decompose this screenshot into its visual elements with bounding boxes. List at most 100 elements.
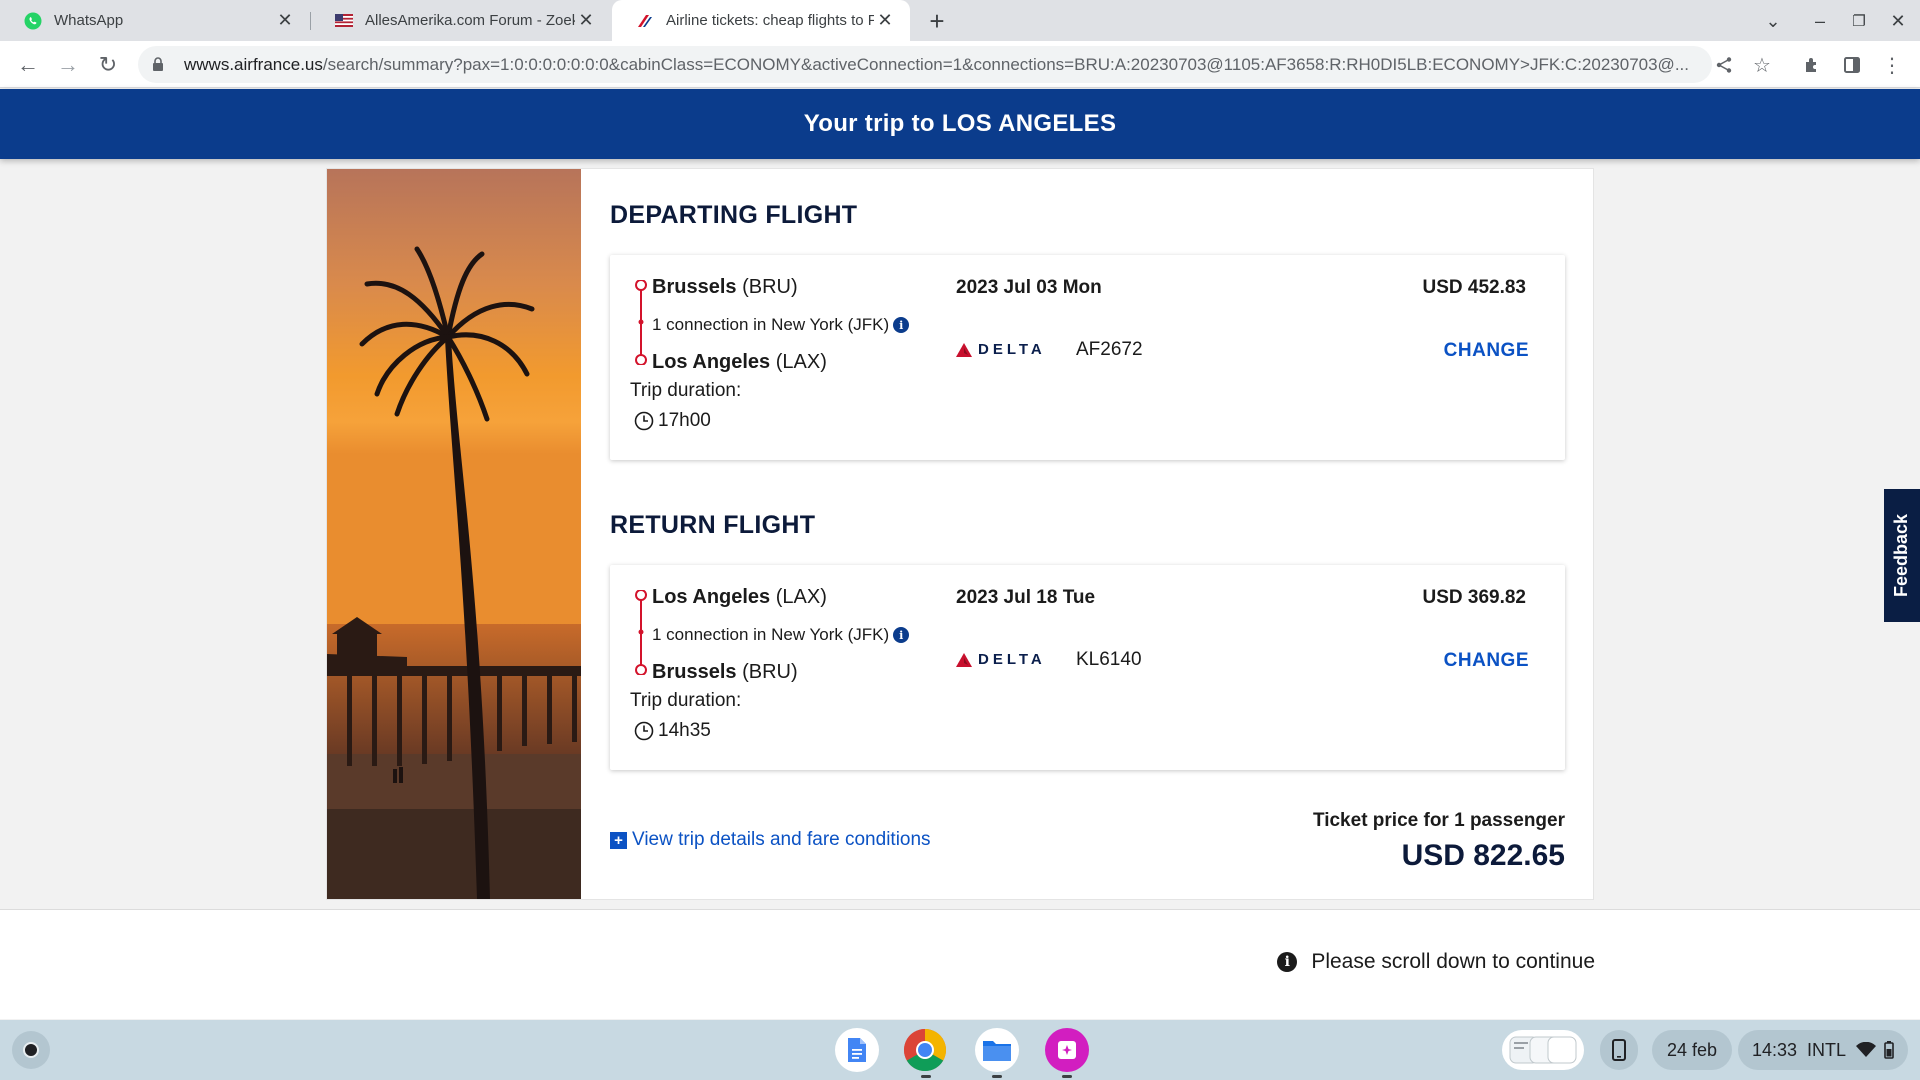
duration: 17h00 xyxy=(634,410,711,432)
docs-icon[interactable] xyxy=(835,1028,879,1072)
flight-number: KL6140 xyxy=(1076,649,1142,670)
airline-name: DELTA xyxy=(978,341,1046,358)
view-trip-details-link[interactable]: + View trip details and fare conditions xyxy=(610,829,931,851)
close-tab-icon[interactable]: ✕ xyxy=(874,10,896,32)
airline-name: DELTA xyxy=(978,651,1046,668)
site-header: Your trip to LOS ANGELES xyxy=(0,89,1920,159)
close-window-icon[interactable]: ✕ xyxy=(1884,8,1912,34)
origin-city-name: Los Angeles xyxy=(652,586,771,608)
scroll-notice-text: Please scroll down to continue xyxy=(1311,950,1595,973)
airline-logo: DELTA xyxy=(956,341,1046,358)
info-icon[interactable]: i xyxy=(893,627,910,643)
destination-code: (LAX) xyxy=(775,351,827,373)
destination-city: Brussels (BRU) xyxy=(652,661,798,684)
us-flag-icon xyxy=(335,12,353,30)
clock-icon xyxy=(634,411,654,431)
minimize-icon[interactable]: – xyxy=(1806,8,1834,34)
return-flight-card: Los Angeles (LAX) 1 connection in New Yo… xyxy=(610,565,1565,770)
duration: 14h35 xyxy=(634,720,711,742)
wifi-icon xyxy=(1856,1042,1877,1058)
share-icon[interactable] xyxy=(1711,52,1737,78)
connection-info: 1 connection in New York (JFK) i xyxy=(652,315,910,335)
scroll-notice: i Please scroll down to continue xyxy=(1277,950,1595,974)
extensions-icon[interactable] xyxy=(1799,52,1825,78)
forward-icon[interactable]: → xyxy=(53,50,83,80)
reload-icon[interactable]: ↻ xyxy=(93,50,123,80)
side-panel-icon[interactable] xyxy=(1839,52,1865,78)
delta-icon xyxy=(956,652,972,667)
url-domain: wwws.airfrance.us xyxy=(184,54,323,74)
duration-value: 14h35 xyxy=(658,720,711,741)
new-tab-icon[interactable]: + xyxy=(922,6,952,36)
close-tab-icon[interactable]: ✕ xyxy=(274,10,296,32)
running-indicator xyxy=(1062,1075,1072,1078)
browser-toolbar: ← → ↻ wwws.airfrance.us/search/summary?p… xyxy=(0,41,1920,88)
flight-date: 2023 Jul 03 Mon xyxy=(956,277,1102,298)
destination-city-name: Brussels xyxy=(652,661,737,683)
menu-icon[interactable]: ⋮ xyxy=(1879,52,1905,78)
chrome-icon[interactable] xyxy=(903,1028,947,1072)
status-tray[interactable]: 14:33 INTL xyxy=(1738,1030,1908,1070)
flight-date: 2023 Jul 18 Tue xyxy=(956,587,1096,608)
origin-city: Brussels (BRU) xyxy=(652,276,798,299)
connection-text: 1 connection in New York (JFK) xyxy=(652,315,890,334)
launcher-icon[interactable] xyxy=(12,1031,50,1069)
tab-whatsapp[interactable]: WhatsApp ✕ xyxy=(0,0,310,41)
flight-price: USD 452.83 xyxy=(1422,277,1526,298)
running-indicator xyxy=(992,1075,1002,1078)
close-tab-icon[interactable]: ✕ xyxy=(575,10,597,32)
restore-icon[interactable]: ❐ xyxy=(1845,8,1873,34)
ticket-price-label: Ticket price for 1 passenger xyxy=(1312,810,1565,831)
connection-info: 1 connection in New York (JFK) i xyxy=(652,625,910,645)
files-icon[interactable] xyxy=(975,1028,1019,1072)
info-icon[interactable]: i xyxy=(893,317,910,333)
airfrance-icon xyxy=(636,12,654,30)
scroll-notice-bar: i Please scroll down to continue xyxy=(0,909,1920,1019)
destination-image xyxy=(327,169,581,899)
tab-search-icon[interactable]: ⌄ xyxy=(1759,8,1787,34)
origin-city: Los Angeles (LAX) xyxy=(652,586,827,609)
date-tray[interactable]: 24 feb xyxy=(1652,1030,1732,1070)
back-icon[interactable]: ← xyxy=(13,50,43,80)
duration-value: 17h00 xyxy=(658,410,711,431)
address-bar[interactable]: wwws.airfrance.us/search/summary?pax=1:0… xyxy=(138,46,1712,83)
change-departing-button[interactable]: CHANGE xyxy=(1444,340,1529,362)
bookmark-star-icon[interactable]: ☆ xyxy=(1749,52,1775,78)
lock-icon xyxy=(152,57,166,73)
page-title: Your trip to LOS ANGELES xyxy=(803,110,1117,137)
url-text: wwws.airfrance.us/search/summary?pax=1:0… xyxy=(184,55,1704,75)
expand-plus-icon: + xyxy=(610,831,627,849)
tab-airfrance[interactable]: Airline tickets: cheap flights to Fr ✕ xyxy=(612,0,910,41)
battery-icon xyxy=(1884,1041,1894,1059)
phone-hub-icon[interactable] xyxy=(1600,1030,1638,1070)
clock-icon xyxy=(634,721,654,741)
delta-icon xyxy=(956,342,972,357)
flight-number: AF2672 xyxy=(1076,339,1143,360)
tab-allesamerika[interactable]: AllesAmerika.com Forum - Zoek ✕ xyxy=(311,0,611,41)
change-return-button[interactable]: CHANGE xyxy=(1444,650,1529,672)
destination-city-name: Los Angeles xyxy=(652,351,771,373)
departing-title: DEPARTING FLIGHT xyxy=(610,201,858,229)
gallery-icon[interactable] xyxy=(1045,1028,1089,1072)
running-indicator xyxy=(921,1075,931,1078)
url-path: /search/summary?pax=1:0:0:0:0:0:0:0&cabi… xyxy=(322,54,1689,74)
feedback-tab[interactable]: Feedback xyxy=(1884,489,1920,622)
tab-label: Airline tickets: cheap flights to Fr xyxy=(666,12,874,29)
duration-label: Trip duration: xyxy=(630,690,742,711)
browser-tab-bar: WhatsApp ✕ AllesAmerika.com Forum - Zoek… xyxy=(0,0,1920,41)
return-title: RETURN FLIGHT xyxy=(610,511,816,539)
date-text: 24 feb xyxy=(1666,1039,1718,1060)
ticket-total-price: USD 822.65 xyxy=(1401,839,1565,872)
ime-text: INTL xyxy=(1807,1039,1847,1060)
tab-label: WhatsApp xyxy=(54,12,124,29)
destination-code: (BRU) xyxy=(742,661,798,683)
holding-space-thumbnails[interactable] xyxy=(1502,1030,1584,1070)
trip-summary-card: DEPARTING FLIGHT Brussels (BRU) 1 connec… xyxy=(326,168,1594,900)
connection-text: 1 connection in New York (JFK) xyxy=(652,625,890,644)
route-line-icon xyxy=(635,590,647,675)
flight-price: USD 369.82 xyxy=(1422,587,1526,608)
departing-flight-card: Brussels (BRU) 1 connection in New York … xyxy=(610,255,1565,460)
origin-code: (LAX) xyxy=(775,586,827,608)
tab-label: AllesAmerika.com Forum - Zoek xyxy=(365,12,575,29)
duration-label: Trip duration: xyxy=(630,380,742,401)
